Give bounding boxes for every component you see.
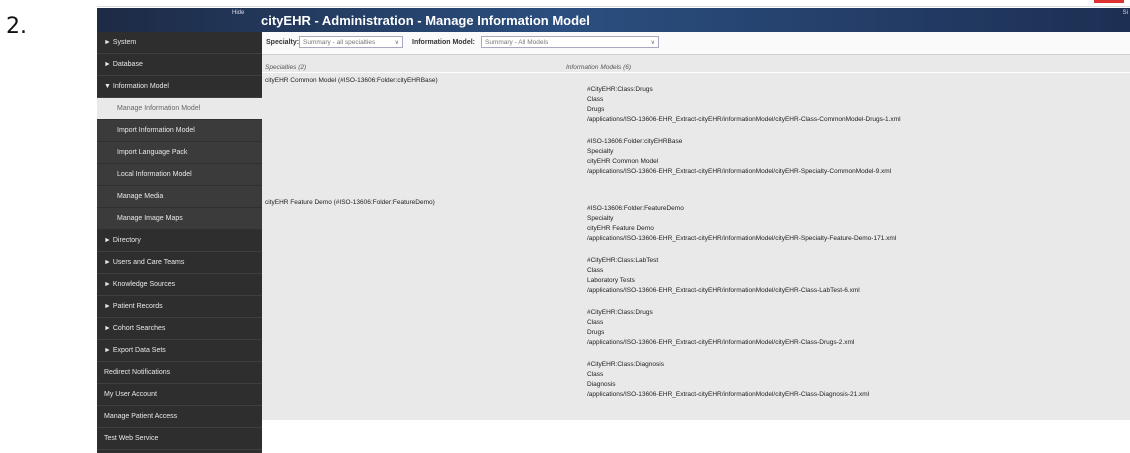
chevron-down-icon: ∨	[394, 40, 399, 46]
browser-top-strip	[97, 0, 1130, 7]
sidebar-item-knowledge-sources[interactable]: ► Knowledge Sources	[97, 274, 262, 296]
chevron-down-icon: ∨	[650, 40, 655, 46]
sidebar-item-patient-records[interactable]: ► Patient Records	[97, 296, 262, 318]
sign-out-link[interactable]: Si	[1123, 10, 1128, 16]
sidebar-item-import-information-model[interactable]: Import Information Model	[97, 120, 262, 142]
model-entry: #CityEHR:Class:Drugs Class Drugs /applic…	[587, 308, 854, 348]
header-divider	[262, 72, 1130, 73]
model-id: #CityEHR:Class:Drugs	[587, 86, 653, 93]
model-id: #ISO-13606:Folder:cityEHRBase	[587, 138, 683, 145]
model-entry: #CityEHR:Class:LabTest Class Laboratory …	[587, 256, 860, 296]
sidebar-item-my-user-account[interactable]: My User Account	[97, 384, 262, 406]
model-name: Laboratory Tests	[587, 277, 635, 284]
sidebar: ► System ► Database ▼ Information Model …	[97, 32, 262, 453]
specialty-select-value: Summary - all specialties	[303, 39, 376, 46]
model-name: cityEHR Feature Demo	[587, 225, 654, 232]
sidebar-item-system[interactable]: ► System	[97, 32, 262, 54]
model-id: #CityEHR:Class:Drugs	[587, 309, 653, 316]
sidebar-item-local-information-model[interactable]: Local Information Model	[97, 164, 262, 186]
model-name: Diagnosis	[587, 381, 616, 388]
sidebar-item-manage-image-maps[interactable]: Manage Image Maps	[97, 208, 262, 230]
model-type: Specialty	[587, 148, 614, 155]
sidebar-item-test-web-service[interactable]: Test Web Service	[97, 428, 262, 450]
sidebar-item-cohort-searches[interactable]: ► Cohort Searches	[97, 318, 262, 340]
sidebar-item-users-and-care-teams[interactable]: ► Users and Care Teams	[97, 252, 262, 274]
top-accent	[1094, 0, 1124, 3]
sidebar-item-manage-information-model[interactable]: Manage Information Model	[97, 98, 262, 120]
app-header: Hide cityEHR - Administration - Manage I…	[97, 8, 1130, 32]
hide-sidebar-link[interactable]: Hide	[232, 10, 244, 16]
sidebar-item-manage-media[interactable]: Manage Media	[97, 186, 262, 208]
model-path: /applications/ISO-13606-EHR_Extract-city…	[587, 287, 860, 294]
filter-toolbar: Specialty: Summary - all specialties ∨ I…	[262, 32, 1130, 55]
model-id: #ISO-13606:Folder:FeatureDemo	[587, 205, 684, 212]
specialty-label: Specialty:	[266, 39, 300, 46]
page-title: cityEHR - Administration - Manage Inform…	[261, 13, 590, 28]
model-id: #CityEHR:Class:LabTest	[587, 257, 659, 264]
specialty-item: cityEHR Common Model (#ISO-13606:Folder:…	[265, 77, 438, 84]
model-path: /applications/ISO-13606-EHR_Extract-city…	[587, 116, 901, 123]
information-model-label: Information Model:	[412, 39, 475, 46]
sidebar-item-manage-patient-access[interactable]: Manage Patient Access	[97, 406, 262, 428]
model-path: /applications/ISO-13606-EHR_Extract-city…	[587, 235, 897, 242]
model-path: /applications/ISO-13606-EHR_Extract-city…	[587, 339, 855, 346]
model-type: Class	[587, 371, 604, 378]
information-model-select-value: Summary - All Models	[485, 39, 549, 46]
model-entry: #CityEHR:Class:Diagnosis Class Diagnosis…	[587, 360, 869, 400]
model-path: /applications/ISO-13606-EHR_Extract-city…	[587, 391, 870, 398]
model-name: cityEHR Common Model	[587, 158, 659, 165]
specialties-column-header: Specialties (2)	[265, 64, 307, 71]
model-entry: #CityEHR:Class:Drugs Class Drugs /applic…	[587, 85, 901, 125]
model-entry: #ISO-13606:Folder:FeatureDemo Specialty …	[587, 204, 896, 244]
sidebar-item-information-model[interactable]: ▼ Information Model	[97, 76, 262, 98]
model-type: Specialty	[587, 215, 614, 222]
model-type: Class	[587, 96, 604, 103]
specialty-item: cityEHR Feature Demo (#ISO-13606:Folder:…	[265, 199, 435, 206]
model-type: Class	[587, 319, 604, 326]
main-panel: Specialty: Summary - all specialties ∨ I…	[262, 32, 1130, 420]
model-id: #CityEHR:Class:Diagnosis	[587, 361, 664, 368]
sidebar-item-import-language-pack[interactable]: Import Language Pack	[97, 142, 262, 164]
step-number: 2.	[6, 14, 27, 39]
model-type: Class	[587, 267, 604, 274]
sidebar-item-directory[interactable]: ► Directory	[97, 230, 262, 252]
sidebar-item-export-data-sets[interactable]: ► Export Data Sets	[97, 340, 262, 362]
sidebar-item-database[interactable]: ► Database	[97, 54, 262, 76]
specialty-select[interactable]: Summary - all specialties ∨	[299, 36, 403, 48]
information-model-select[interactable]: Summary - All Models ∨	[481, 36, 659, 48]
sidebar-item-redirect-notifications[interactable]: Redirect Notifications	[97, 362, 262, 384]
models-column-header: Information Models (6)	[566, 64, 632, 71]
model-name: Drugs	[587, 329, 605, 336]
model-name: Drugs	[587, 106, 605, 113]
model-entry: #ISO-13606:Folder:cityEHRBase Specialty …	[587, 137, 891, 177]
model-path: /applications/ISO-13606-EHR_Extract-city…	[587, 168, 892, 175]
